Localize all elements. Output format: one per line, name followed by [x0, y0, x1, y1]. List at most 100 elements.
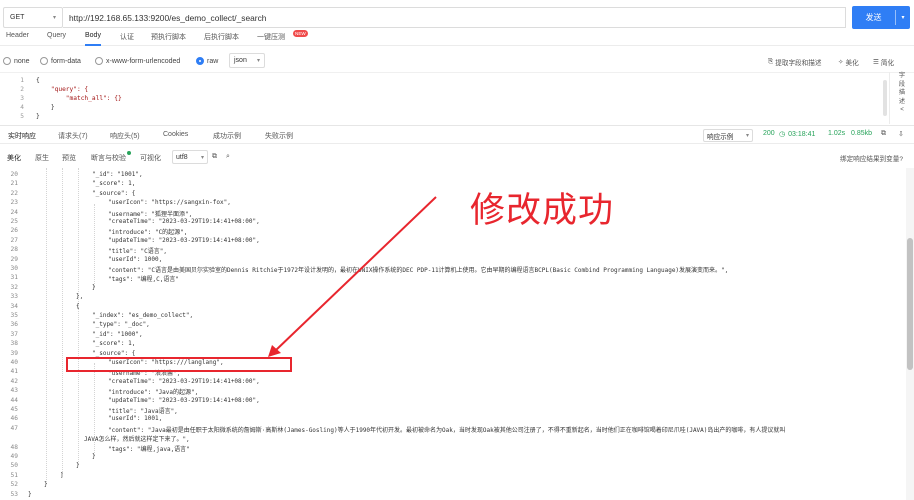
code-line: "_id": "1000", — [92, 330, 143, 338]
line-number: 37 — [10, 330, 18, 338]
send-label: 发送 — [865, 13, 882, 22]
bind-response-link[interactable]: 绑定响应结果到变量? — [840, 153, 903, 163]
extract-fields-button[interactable]: ⎘ 提取字段和描述 — [768, 57, 821, 67]
line-number: 42 — [10, 377, 18, 385]
view-visualize[interactable]: 可视化 — [140, 153, 161, 163]
line-number: 46 — [10, 415, 18, 423]
chevron-down-icon: ▾ — [52, 15, 56, 21]
line-number: 36 — [10, 321, 18, 329]
line-number: 38 — [10, 340, 18, 348]
code-line: "updateTime": "2023-03-29T19:14:41+08:00… — [108, 236, 260, 244]
radio-circle-icon — [95, 57, 103, 65]
extract-label: 提取字段和描述 — [775, 60, 822, 67]
url-input[interactable]: http://192.168.65.133:9200/es_demo_colle… — [63, 7, 846, 28]
view-beautify[interactable]: 美化 — [7, 153, 21, 163]
encoding-select[interactable]: utf8 ▾ — [172, 150, 208, 164]
raw-format-select[interactable]: json ▾ — [229, 53, 265, 68]
response-body[interactable]: 20 "_id": "1001", 21 "_score": 1, 22 "_source… — [0, 168, 914, 500]
simplify-label: 简化 — [880, 60, 895, 67]
simplify-button[interactable]: ☰ 简化 — [873, 57, 894, 67]
line-number: 39 — [10, 349, 18, 357]
copy-response-icon[interactable]: ⧉ — [212, 153, 217, 161]
radio-none[interactable]: none — [3, 57, 30, 65]
tab-failure-example[interactable]: 失败示例 — [265, 131, 293, 141]
line-number: 35 — [10, 312, 18, 319]
line-number: 48 — [10, 443, 18, 451]
tab-load-test[interactable]: 一键压测 — [257, 32, 285, 46]
simplify-icon: ☰ — [873, 59, 879, 66]
code-line: "query": { — [36, 86, 89, 93]
response-example-select[interactable]: 响应示例 ▾ — [703, 129, 753, 142]
response-scrollbar[interactable] — [906, 168, 914, 500]
scrollbar-thumb[interactable] — [907, 238, 913, 370]
tab-success-example[interactable]: 成功示例 — [213, 131, 241, 141]
line-number: 20 — [10, 171, 18, 178]
line-number: 25 — [10, 218, 18, 225]
annotation-text: 修改成功 — [470, 191, 615, 231]
tab-body[interactable]: Body — [85, 32, 101, 46]
beautify-label: 美化 — [845, 60, 859, 67]
request-tabs: Header Query Body 认证 预执行脚本 后执行脚本 一键压测 NE… — [0, 30, 914, 46]
copy-icon[interactable]: ⧉ — [881, 130, 886, 138]
chevron-down-icon: ▾ — [200, 154, 204, 161]
side-label-char: 字 — [898, 72, 906, 79]
line-number: 34 — [10, 302, 18, 310]
method-label: GET — [10, 14, 25, 21]
url-text: http://192.168.65.133:9200/es_demo_colle… — [69, 12, 267, 23]
tab-live-response[interactable]: 实时响应 — [8, 131, 36, 141]
radio-form-data[interactable]: form-data — [40, 57, 81, 65]
code-line: "_type": "_doc", — [92, 321, 150, 329]
line-number: 26 — [10, 227, 18, 235]
request-body-editor[interactable]: 1 2 3 4 5 { "query": { "match_all": {} }… — [0, 72, 914, 124]
code-line: "createTime": "2023-03-29T19:14:41+08:00… — [108, 218, 260, 225]
view-raw[interactable]: 原生 — [35, 153, 49, 163]
panel-divider[interactable] — [0, 125, 914, 126]
side-label-char: 描 — [898, 89, 906, 97]
send-chevron-down-icon[interactable]: ▾ — [896, 14, 910, 21]
indent-guide — [94, 204, 95, 288]
response-time-group: ◷ 03:18:41 — [779, 130, 816, 139]
line-number: 41 — [10, 368, 18, 376]
editor-scrollbar[interactable] — [883, 80, 887, 116]
search-icon[interactable]: ⌕ — [226, 153, 230, 161]
send-button[interactable]: 发送 ▾ — [852, 6, 910, 29]
method-select[interactable]: GET ▾ — [3, 7, 63, 28]
tab-cookies[interactable]: Cookies — [163, 131, 188, 138]
code-line: "userId": 1001, — [108, 415, 163, 423]
new-badge: NEW — [293, 30, 308, 37]
tab-header[interactable]: Header — [6, 32, 29, 46]
code-line: "tags": "编程,C,语言" — [108, 276, 179, 284]
response-tabs: 实时响应 请求头(7) 响应头(5) Cookies 成功示例 失败示例 响应示… — [0, 127, 914, 144]
code-line: { — [36, 77, 40, 84]
code-line: "_id": "1001", — [92, 171, 143, 178]
line-number: 44 — [10, 396, 18, 404]
tab-pre-script[interactable]: 预执行脚本 — [151, 32, 186, 46]
tab-post-script[interactable]: 后执行脚本 — [204, 32, 239, 46]
code-line: } — [92, 453, 96, 460]
radio-urlencoded[interactable]: x-www-form-urlencoded — [95, 57, 180, 65]
view-preview[interactable]: 预览 — [62, 153, 76, 163]
tab-request-headers[interactable]: 请求头(7) — [58, 131, 88, 141]
download-icon[interactable]: ⇩ — [898, 130, 904, 138]
response-time: 03:18:41 — [788, 130, 816, 138]
line-number: 51 — [10, 471, 18, 479]
view-assertions[interactable]: 断言与校验 — [91, 153, 126, 163]
field-description-panel[interactable]: 字 段 描 述 < — [889, 72, 914, 124]
tab-auth[interactable]: 认证 — [120, 32, 134, 46]
tab-query[interactable]: Query — [47, 32, 66, 46]
code-line: }, — [76, 293, 84, 301]
clock-icon: ◷ — [779, 131, 786, 138]
code-line: } — [36, 104, 55, 111]
beautify-button[interactable]: ✧ 美化 — [838, 57, 859, 67]
response-duration: 1.02s — [828, 130, 846, 137]
line-number: 30 — [10, 265, 18, 272]
tab-response-headers[interactable]: 响应头(5) — [110, 131, 140, 141]
code-line: "match_all": {} — [36, 95, 122, 102]
line-number: 43 — [10, 387, 18, 395]
url-bar: GET ▾ http://192.168.65.133:9200/es_demo… — [0, 4, 914, 30]
code-line: "createTime": "2023-03-29T19:14:41+08:00… — [108, 377, 260, 385]
radio-raw[interactable]: raw — [196, 57, 218, 65]
response-view-tabs: 美化 原生 预览 断言与校验 可视化 utf8 ▾ ⧉ ⌕ 绑定响应结果到变量? — [0, 148, 914, 166]
line-number: 40 — [10, 359, 18, 366]
collapse-icon[interactable]: < — [890, 106, 914, 115]
